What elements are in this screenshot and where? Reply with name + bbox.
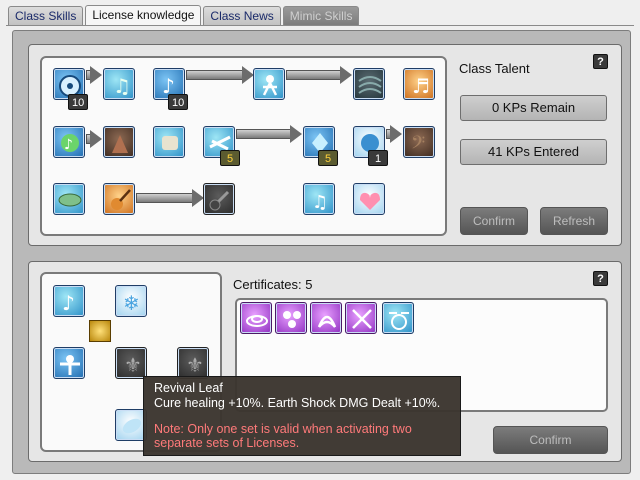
talent-link-arrowhead xyxy=(90,130,102,148)
spiral-certificate-icon[interactable] xyxy=(240,302,272,334)
harp-skill-icon[interactable]: ♬ xyxy=(403,68,435,100)
locked-wave-skill-icon[interactable] xyxy=(353,68,385,100)
svg-text:♫: ♫ xyxy=(312,192,328,213)
license-help-icon[interactable]: ? xyxy=(593,271,608,286)
license-confirm-button[interactable]: Confirm xyxy=(493,426,608,454)
skill-level-badge: 10 xyxy=(168,94,189,110)
talent-link-arrow xyxy=(186,70,244,80)
tab-class-news[interactable]: Class News xyxy=(203,6,281,25)
locked-bass-clef-skill-icon[interactable]: 𝄢 xyxy=(403,126,435,158)
svg-text:⚜: ⚜ xyxy=(186,353,204,377)
svg-text:♪: ♪ xyxy=(64,137,73,153)
scroll-skill-icon[interactable] xyxy=(153,126,185,158)
tooltip-title: Revival Leaf xyxy=(154,381,223,395)
license-tooltip: Revival Leaf Cure healing +10%. Earth Sh… xyxy=(143,376,461,456)
angel-license-icon[interactable] xyxy=(53,347,85,379)
talent-help-icon[interactable]: ? xyxy=(593,54,608,69)
talent-link-arrowhead xyxy=(340,66,352,84)
snowflake-license-icon[interactable]: ❄ xyxy=(115,285,147,317)
tooltip-effect: Cure healing +10%. Earth Shock DMG Dealt… xyxy=(154,396,441,410)
svg-text:♪: ♪ xyxy=(62,291,75,315)
tab-mimic-skills: Mimic Skills xyxy=(282,6,360,25)
note-license-icon[interactable]: ♪ xyxy=(53,285,85,317)
kps-entered-display: 41 KPs Entered xyxy=(460,139,607,165)
svg-text:♫: ♫ xyxy=(113,74,131,98)
crossed-wands-certificate-icon[interactable] xyxy=(345,302,377,334)
heart-note-skill-icon[interactable] xyxy=(353,183,385,215)
dancer-skill-icon[interactable] xyxy=(253,68,285,100)
hands-note-skill-icon[interactable]: ♫ xyxy=(303,183,335,215)
locked-lily-license-icon[interactable]: ⚜ xyxy=(115,347,147,379)
tab-license-knowledge[interactable]: License knowledge xyxy=(85,5,202,26)
drum-skill-icon[interactable] xyxy=(53,183,85,215)
talent-link-arrowhead xyxy=(290,125,302,143)
locked-fire-skill-icon[interactable] xyxy=(103,126,135,158)
certificates-label: Certificates: 5 xyxy=(233,277,313,292)
tab-class-skills[interactable]: Class Skills xyxy=(8,6,84,25)
class-talent-title: Class Talent xyxy=(459,61,530,76)
svg-text:♬: ♬ xyxy=(412,74,430,98)
orbs-certificate-icon[interactable] xyxy=(275,302,307,334)
green-note-skill-icon[interactable]: ♪ xyxy=(53,126,85,158)
tooltip-note: Note: Only one set is valid when activat… xyxy=(154,422,412,450)
electric-guitar-skill-icon[interactable] xyxy=(203,183,235,215)
locked-lily-license-icon[interactable]: ⚜ xyxy=(177,347,209,379)
talent-link-arrow xyxy=(136,193,194,203)
svg-text:𝄢: 𝄢 xyxy=(411,133,425,158)
skill-level-badge: 5 xyxy=(220,150,240,166)
drum-kit-certificate-icon[interactable] xyxy=(382,302,414,334)
tab-bar: Class Skills License knowledge Class New… xyxy=(8,5,360,26)
talent-link-arrowhead xyxy=(90,66,102,84)
music-note-skill-icon[interactable]: ♫ xyxy=(103,68,135,100)
talent-refresh-button[interactable]: Refresh xyxy=(540,207,608,235)
kps-remain-display: 0 KPs Remain xyxy=(460,95,607,121)
skill-level-badge: 10 xyxy=(68,94,89,110)
skill-level-badge: 5 xyxy=(318,150,338,166)
talent-link-arrowhead xyxy=(390,125,402,143)
ribbon-certificate-icon[interactable] xyxy=(310,302,342,334)
talent-link-arrow xyxy=(286,70,342,80)
guitar-skill-icon[interactable] xyxy=(103,183,135,215)
talent-link-arrow xyxy=(236,129,292,139)
svg-text:❄: ❄ xyxy=(123,291,140,315)
skill-level-badge: 1 xyxy=(368,150,388,166)
svg-text:⚜: ⚜ xyxy=(124,353,142,377)
talent-confirm-button[interactable]: Confirm xyxy=(460,207,528,235)
tab-divider xyxy=(6,25,634,26)
gold-link-icon xyxy=(89,320,111,342)
